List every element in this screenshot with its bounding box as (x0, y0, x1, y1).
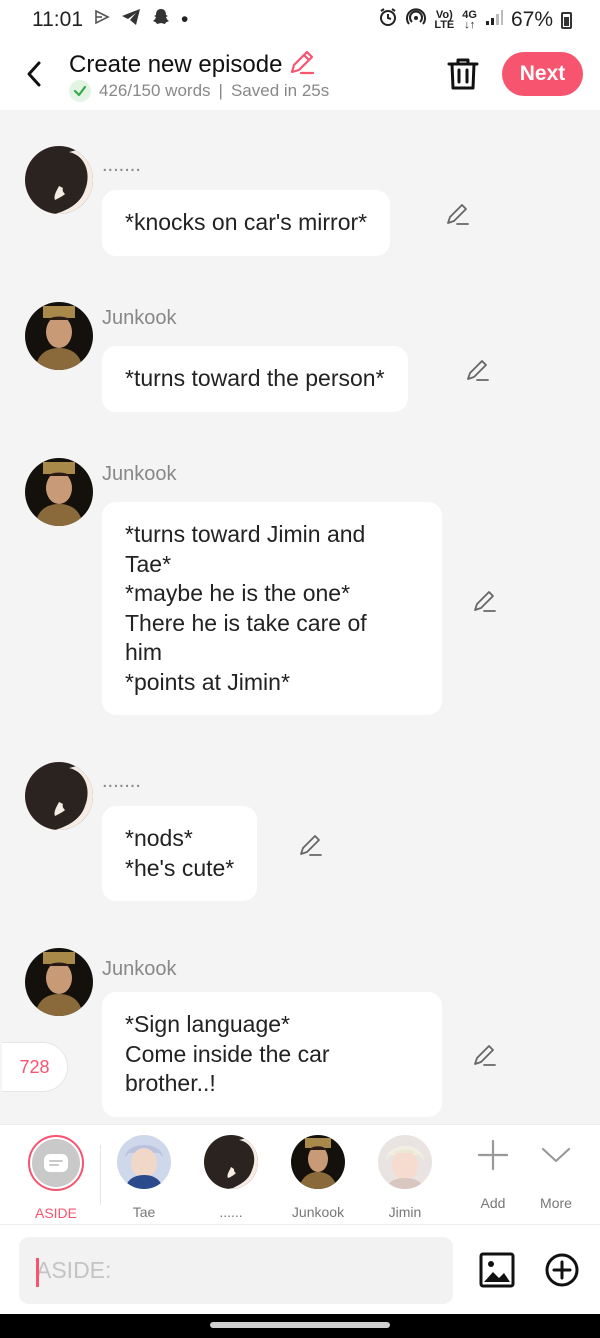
message-bubble[interactable]: *turns toward Jimin and Tae* *maybe he i… (102, 502, 442, 715)
message-input[interactable] (19, 1237, 453, 1304)
edit-message-button[interactable] (298, 832, 324, 858)
message-bubble[interactable]: *knocks on car's mirror* (102, 190, 391, 256)
note-icon (44, 1154, 68, 1172)
back-button[interactable] (16, 54, 52, 94)
tae-avatar (117, 1135, 171, 1189)
battery-percent: 67% (510, 8, 553, 31)
character-label: Junkook (291, 1204, 345, 1220)
pencil-icon (447, 204, 469, 225)
chat-area[interactable]: ....... *knocks on car's mirror* Junkook… (0, 110, 600, 1124)
title-row: Create new episode (69, 48, 316, 81)
character-aside[interactable]: ASIDE (16, 1135, 96, 1221)
message-bubble[interactable]: *turns toward the person* (102, 346, 408, 412)
page-title: Create new episode (69, 50, 283, 78)
volte-indicator: Vo) LTE (434, 10, 455, 31)
image-icon (479, 1252, 515, 1288)
battery-icon (561, 11, 572, 29)
input-row (0, 1224, 600, 1314)
word-counter-badge[interactable]: 728 (2, 1042, 68, 1092)
speaker-name: ....... (102, 770, 141, 792)
pencil-icon (300, 835, 322, 856)
edit-message-button[interactable] (445, 201, 471, 227)
cast-icon (93, 8, 111, 32)
text-caret (36, 1258, 39, 1287)
subtitle-separator: | (218, 81, 223, 100)
alarm-icon (378, 7, 398, 33)
speaker-name: Junkook (102, 307, 177, 329)
junkook-avatar[interactable] (25, 302, 93, 370)
status-left: 11:01 • (32, 7, 188, 33)
telegram-icon (121, 8, 141, 32)
add-content-button[interactable] (543, 1251, 581, 1289)
status-time: 11:01 (32, 8, 83, 31)
message-bubble[interactable]: *Sign language* Come inside the car brot… (102, 992, 442, 1117)
edit-message-button[interactable] (465, 357, 491, 383)
silhouette-avatar (204, 1135, 258, 1189)
delete-button[interactable] (446, 56, 480, 92)
character-tae[interactable]: Tae (104, 1135, 184, 1220)
chevron-left-icon (27, 61, 41, 87)
check-icon (69, 80, 91, 102)
subtitle-row: 426/150 words | Saved in 25s (69, 80, 329, 102)
character-label: More (540, 1195, 572, 1211)
header: Create new episode 426/150 words | Saved… (0, 40, 600, 110)
message-bubble[interactable]: *nods* *he's cute* (102, 806, 258, 901)
character-label: Jimin (388, 1204, 422, 1220)
character-label: ...... (219, 1204, 243, 1220)
jimin-avatar (378, 1135, 432, 1189)
speaker-name: Junkook (102, 463, 177, 485)
character-label: Tae (132, 1204, 156, 1220)
volte-bottom: LTE (434, 19, 455, 31)
edit-message-button[interactable] (472, 1042, 498, 1068)
word-count: 426/150 words (99, 81, 211, 100)
character-jimin[interactable]: Jimin (365, 1135, 445, 1220)
trash-icon (447, 58, 479, 90)
character-silhouette[interactable]: ...... (191, 1135, 271, 1220)
network-gen-indicator: 4G ↓↑ (462, 10, 477, 31)
insert-image-button[interactable] (478, 1251, 516, 1289)
plus-icon (477, 1139, 509, 1171)
plus-circle-icon (545, 1253, 579, 1287)
aside-avatar (28, 1135, 84, 1191)
home-indicator[interactable] (210, 1322, 390, 1328)
system-nav-bar (0, 1314, 600, 1338)
notification-dot: • (181, 8, 189, 31)
silhouette-avatar[interactable] (25, 762, 93, 830)
character-label: Add (480, 1195, 506, 1211)
silhouette-avatar[interactable] (25, 146, 93, 214)
edit-message-button[interactable] (472, 588, 498, 614)
junkook-avatar (291, 1135, 345, 1189)
signal-icon (485, 8, 503, 32)
status-bar: 11:01 • Vo) LTE 4G ↓↑ 67% (0, 0, 600, 40)
aside-inner (32, 1139, 80, 1187)
saved-status: Saved in 25s (230, 81, 330, 100)
character-divider (100, 1145, 101, 1205)
speaker-name: ....... (102, 154, 141, 176)
hotspot-icon (406, 7, 427, 33)
junkook-avatar[interactable] (25, 948, 93, 1016)
pencil-icon (474, 591, 496, 612)
junkook-avatar[interactable] (25, 458, 93, 526)
character-bar: ASIDE Tae ...... Junkook Jimin Add More (0, 1124, 600, 1224)
status-right: Vo) LTE 4G ↓↑ 67% (378, 7, 572, 33)
next-button[interactable]: Next (502, 52, 583, 96)
character-junkook[interactable]: Junkook (278, 1135, 358, 1220)
network-gen-bottom: ↓↑ (464, 19, 476, 31)
pencil-icon (474, 1045, 496, 1066)
edit-title-button[interactable] (288, 48, 316, 81)
pencil-icon (467, 360, 489, 381)
more-button[interactable]: More (516, 1139, 596, 1211)
chevron-down-icon (541, 1147, 571, 1163)
character-label: ASIDE (34, 1205, 77, 1221)
pencil-icon (291, 50, 315, 75)
speaker-name: Junkook (102, 958, 177, 980)
snapchat-icon (151, 7, 171, 33)
